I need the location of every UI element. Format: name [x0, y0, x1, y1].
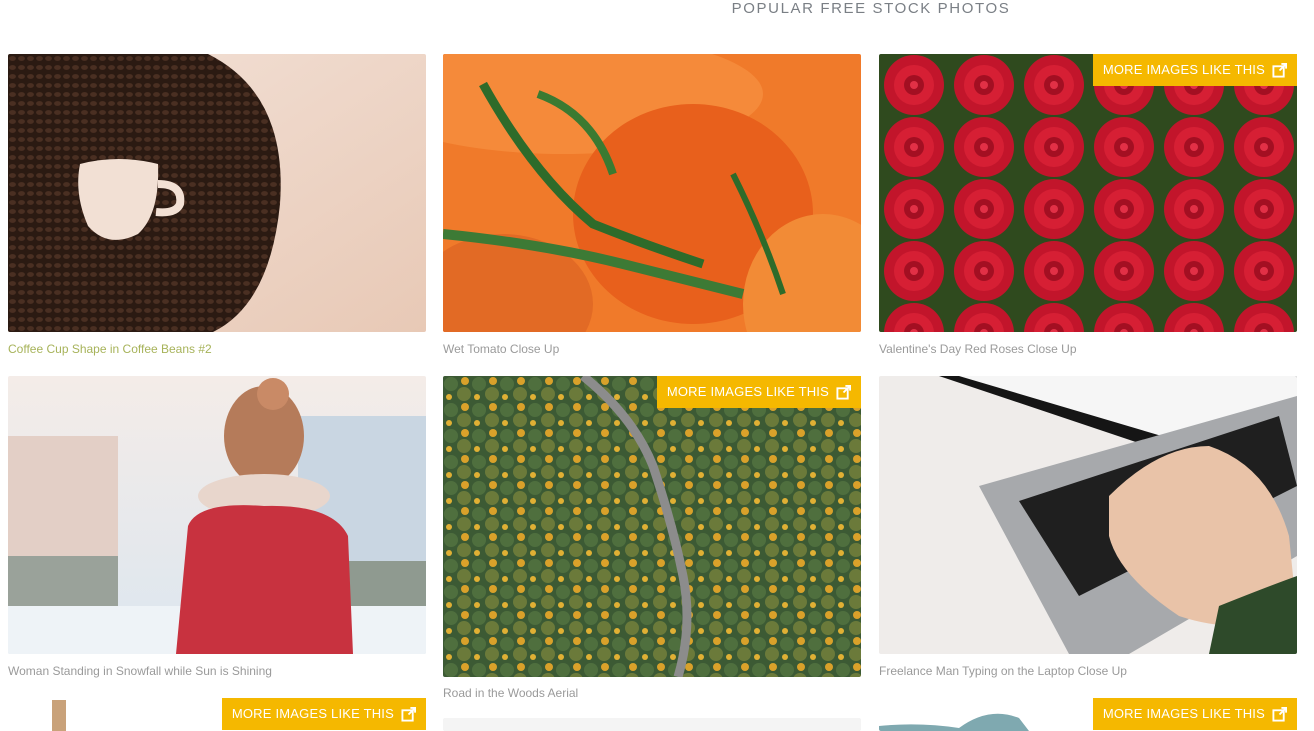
- photo-card-roses[interactable]: MORE IMAGES LIKE THIS Valentine's Day Re…: [879, 54, 1297, 356]
- photo-partial-middle[interactable]: [443, 718, 861, 731]
- page-title: POPULAR FREE STOCK PHOTOS: [731, 0, 1011, 17]
- photo-caption[interactable]: Woman Standing in Snowfall while Sun is …: [8, 664, 272, 678]
- more-images-label: MORE IMAGES LIKE THIS: [231, 706, 394, 721]
- external-link-icon: [1272, 706, 1287, 722]
- photo-forest-road[interactable]: [443, 376, 861, 677]
- photo-card-partial-left[interactable]: MORE IMAGES LIKE THIS: [8, 698, 426, 731]
- external-link-icon: [401, 706, 416, 722]
- photo-card-partial-right[interactable]: MORE IMAGES LIKE THIS: [879, 698, 1297, 731]
- photo-laptop[interactable]: [879, 376, 1297, 654]
- photo-woman-snow[interactable]: [8, 376, 426, 654]
- more-images-label: MORE IMAGES LIKE THIS: [1102, 706, 1265, 721]
- external-link-icon: [1272, 62, 1287, 78]
- photo-card-woman-snow[interactable]: Woman Standing in Snowfall while Sun is …: [8, 376, 426, 678]
- more-images-button[interactable]: MORE IMAGES LIKE THIS: [221, 698, 426, 730]
- external-link-icon: [836, 384, 851, 400]
- more-images-button[interactable]: MORE IMAGES LIKE THIS: [1092, 54, 1297, 86]
- more-images-button[interactable]: MORE IMAGES LIKE THIS: [1092, 698, 1297, 730]
- photo-caption[interactable]: Road in the Woods Aerial: [443, 686, 578, 700]
- photo-caption[interactable]: Valentine's Day Red Roses Close Up: [879, 342, 1077, 356]
- photo-card-forest-road[interactable]: MORE IMAGES LIKE THIS Road in the Woods …: [443, 376, 861, 700]
- photo-tomato[interactable]: [443, 54, 861, 332]
- more-images-label: MORE IMAGES LIKE THIS: [666, 384, 829, 399]
- more-images-button[interactable]: MORE IMAGES LIKE THIS: [656, 376, 861, 408]
- photo-card-coffee[interactable]: Coffee Cup Shape in Coffee Beans #2: [8, 54, 426, 356]
- more-images-label: MORE IMAGES LIKE THIS: [1102, 62, 1265, 77]
- photo-caption-link[interactable]: Coffee Cup Shape in Coffee Beans #2: [8, 342, 212, 356]
- photo-roses[interactable]: [879, 54, 1297, 332]
- photo-caption[interactable]: Freelance Man Typing on the Laptop Close…: [879, 664, 1127, 678]
- photo-card-laptop[interactable]: Freelance Man Typing on the Laptop Close…: [879, 376, 1297, 678]
- photo-card-tomato[interactable]: Wet Tomato Close Up: [443, 54, 861, 356]
- photo-coffee[interactable]: [8, 54, 426, 332]
- photo-card-partial-middle[interactable]: [443, 718, 861, 731]
- photo-caption[interactable]: Wet Tomato Close Up: [443, 342, 559, 356]
